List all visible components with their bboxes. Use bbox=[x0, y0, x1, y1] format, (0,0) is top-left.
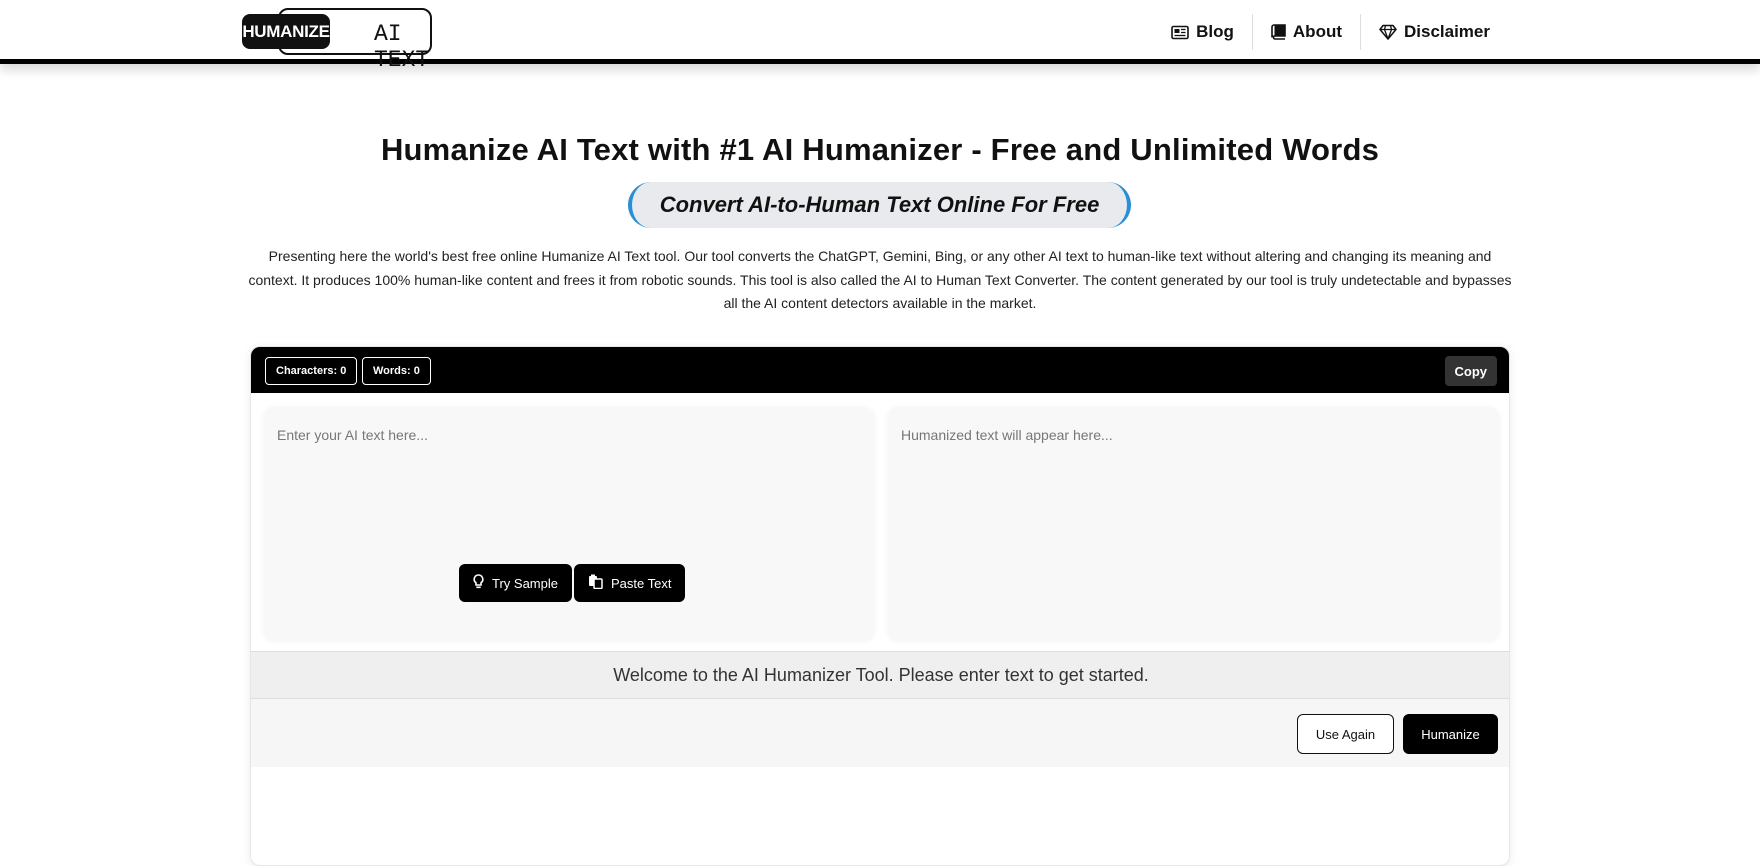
word-count-badge: Words: 0 bbox=[362, 357, 431, 385]
subtitle-pill: Convert AI-to-Human Text Online For Free bbox=[628, 182, 1131, 228]
site-header: AI TEXT HUMANIZE Blog About Disclaimer bbox=[0, 0, 1760, 73]
logo-dark-text: HUMANIZE bbox=[242, 14, 330, 49]
paste-text-label: Paste Text bbox=[611, 575, 672, 591]
try-sample-label: Try Sample bbox=[492, 575, 558, 591]
output-text-area[interactable]: Humanized text will appear here... bbox=[887, 407, 1500, 642]
use-again-button[interactable]: Use Again bbox=[1297, 714, 1394, 754]
lightbulb-icon bbox=[473, 574, 484, 592]
nav-blog-label: Blog bbox=[1196, 22, 1234, 41]
site-logo[interactable]: AI TEXT HUMANIZE bbox=[242, 8, 432, 73]
humanize-button[interactable]: Humanize bbox=[1403, 714, 1498, 754]
nav-blog[interactable]: Blog bbox=[1153, 14, 1252, 50]
intro-description: Presenting here the world's best free on… bbox=[248, 248, 1512, 311]
try-sample-button[interactable]: Try Sample bbox=[459, 564, 572, 602]
action-bar: Use Again Humanize bbox=[251, 699, 1509, 767]
main-nav: Blog About Disclaimer bbox=[1153, 12, 1508, 52]
nav-about-label: About bbox=[1292, 22, 1342, 41]
output-placeholder: Humanized text will appear here... bbox=[901, 427, 1113, 443]
paste-text-button[interactable]: Paste Text bbox=[574, 564, 686, 602]
character-count-badge: Characters: 0 bbox=[265, 357, 358, 385]
diamond-icon bbox=[1379, 24, 1397, 40]
newspaper-icon bbox=[1171, 25, 1189, 40]
page-subtitle: Convert AI-to-Human Text Online For Free bbox=[659, 192, 1100, 217]
logo-light-text: AI TEXT bbox=[374, 21, 430, 73]
input-placeholder: Enter your AI text here... bbox=[277, 427, 428, 443]
nav-disclaimer-label: Disclaimer bbox=[1404, 22, 1490, 41]
status-message: Welcome to the AI Humanizer Tool. Please… bbox=[251, 651, 1509, 699]
page-title: Humanize AI Text with #1 AI Humanizer - … bbox=[380, 132, 1380, 167]
tool-toolbar: Characters: 0 Words: 0 Copy bbox=[251, 347, 1509, 393]
book-icon bbox=[1271, 24, 1286, 40]
copy-button[interactable]: Copy bbox=[1444, 356, 1497, 386]
paste-icon bbox=[588, 574, 603, 592]
nav-disclaimer[interactable]: Disclaimer bbox=[1361, 14, 1508, 50]
humanizer-tool: Characters: 0 Words: 0 Copy Enter your A… bbox=[250, 346, 1510, 866]
nav-about[interactable]: About bbox=[1253, 14, 1360, 50]
input-text-area[interactable]: Enter your AI text here... Try Sample Pa… bbox=[263, 407, 875, 642]
